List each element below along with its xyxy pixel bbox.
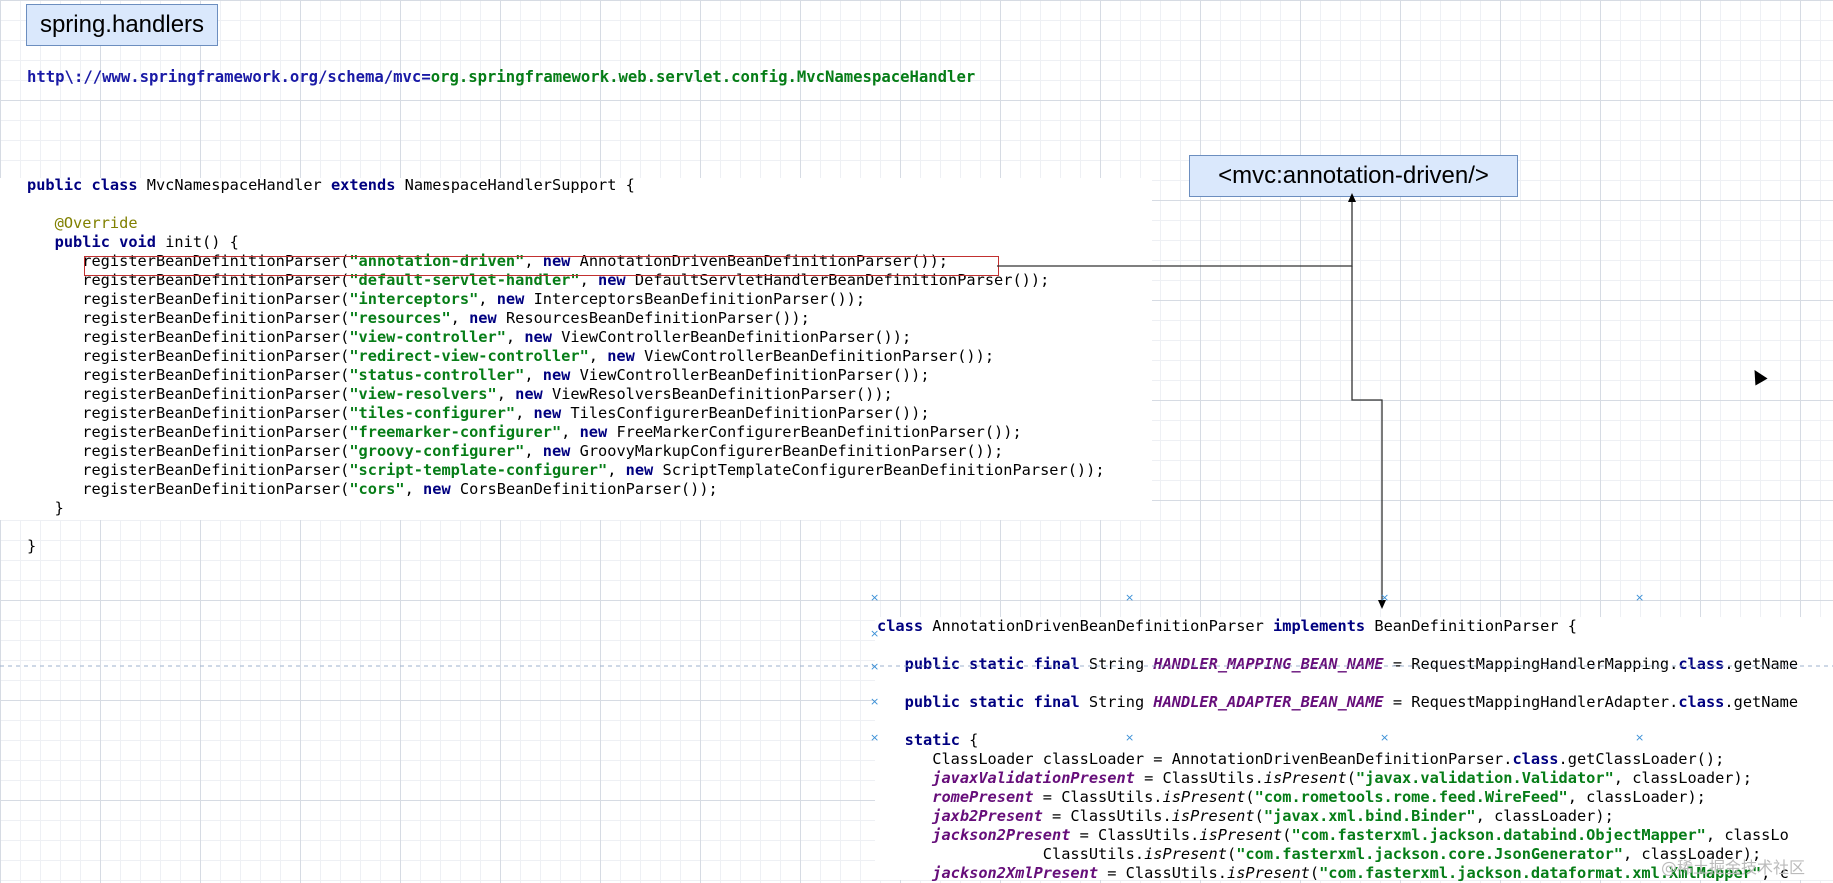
- selection-handle: ×: [1635, 731, 1645, 744]
- watermark: @稀土掘金技术社区: [1660, 858, 1805, 877]
- connector-lines: [0, 193, 1833, 667]
- selection-handle: ×: [870, 660, 880, 673]
- arrow-to-mvc-box: [997, 193, 1356, 267]
- selection-handle: ×: [870, 695, 880, 708]
- selection-handle: ×: [1125, 731, 1135, 744]
- selection-handle: ×: [1380, 591, 1390, 604]
- selection-handle: ×: [1125, 591, 1135, 604]
- selection-handle: ×: [1380, 731, 1390, 744]
- selection-handle: ×: [870, 731, 880, 744]
- selection-handle: ×: [1635, 591, 1645, 604]
- selection-handle: ×: [870, 591, 880, 604]
- selection-handle: ×: [870, 627, 880, 640]
- arrow-to-parser-class: [1351, 266, 1386, 609]
